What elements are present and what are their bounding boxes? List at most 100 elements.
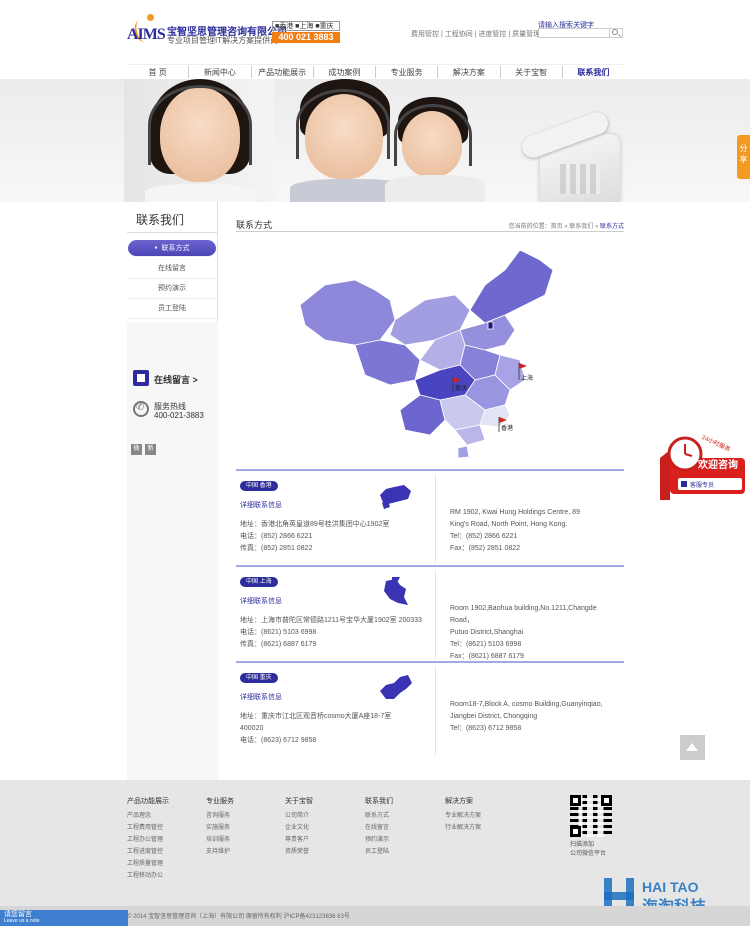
office-detail-link[interactable]: 详细联系信息 — [240, 596, 282, 606]
agent-shirt — [385, 175, 485, 202]
footer-heading[interactable]: 专业服务 — [206, 796, 234, 808]
online-message-label: 在线留言 > — [154, 375, 198, 385]
footer-link[interactable]: 联系方式 — [365, 810, 393, 822]
watermark-en: HAI TAO — [642, 879, 699, 895]
nav-item-solutions[interactable]: 解决方案 — [437, 66, 499, 78]
divider — [236, 231, 624, 232]
copyright-text: © 2014 宝智坚思管理咨询（上海）有限公司 保留所有权利 沪ICP备4231… — [127, 914, 350, 920]
office-card-chongqing: 中国 重庆 详细联系信息 地址：重庆市江北区观音桥cosmo大厦A座18-7室 … — [236, 661, 624, 757]
footer-heading[interactable]: 解决方案 — [445, 796, 481, 808]
office-tag: 中国 重庆 — [240, 673, 278, 683]
scroll-top-button[interactable] — [680, 735, 705, 760]
main-nav: 首 页 新闻中心 产品功能展示 成功案例 专业服务 解决方案 关于宝智 联系我们 — [127, 64, 624, 78]
headset-icon — [394, 104, 472, 166]
footer-link[interactable]: 工程质量管理 — [127, 858, 169, 870]
footer-heading[interactable]: 产品功能展示 — [127, 796, 169, 808]
footer-link[interactable]: 工程办公管理 — [127, 834, 169, 846]
qr-corner — [570, 826, 581, 837]
map-region — [299, 279, 396, 346]
nav-item-news[interactable]: 新闻中心 — [188, 66, 250, 78]
footer-link[interactable]: 工程移动办公 — [127, 870, 169, 882]
shanghai-map-icon — [384, 577, 408, 605]
logo-dot-icon — [147, 14, 154, 21]
company-tagline: 专业项目管理IT解决方案提供商 — [167, 36, 279, 45]
footer-heading[interactable]: 关于宝智 — [285, 796, 313, 808]
footer-link[interactable]: 员工登陆 — [365, 846, 393, 858]
office-line: 地址：重庆市江北区观音桥cosmo大厦A座18-7室 — [240, 713, 392, 720]
footer-link[interactable]: 预约演示 — [365, 834, 393, 846]
footer-link[interactable]: 在线留言 — [365, 822, 393, 834]
map-label-hongkong: 香港 — [501, 424, 513, 432]
agent-shirt — [145, 184, 255, 202]
office-card-shanghai: 中国 上海 详细联系信息 地址：上海市普陀区常德路1211号宝华大厦1902室 … — [236, 565, 624, 661]
hotline-box: 服务热线 400-021-3883 — [131, 398, 214, 422]
office-line: 400020 — [240, 725, 264, 732]
nav-item-services[interactable]: 专业服务 — [375, 66, 437, 78]
share-tab[interactable]: 分享 — [737, 135, 750, 179]
breadcrumb-path[interactable]: 您当前的位置：首页 » 联系我们 » — [509, 224, 600, 230]
sidebar-menu: 联系方式 在线留言 预约演示 员工登陆 — [127, 240, 217, 319]
leave-message-label: 请您留言 — [4, 911, 32, 918]
qr-corner — [601, 795, 612, 806]
office-line: Fax：(852) 2851 0822 — [450, 545, 521, 552]
consult-title: 欢迎咨询 — [697, 458, 738, 471]
office-address-cn: 地址：香港北角英皇道89号桂洪集团中心1902室 电话：(852) 2866 6… — [240, 519, 425, 555]
footer-link[interactable]: 行业解决方案 — [445, 822, 481, 834]
footer-link[interactable]: 企业文化 — [285, 822, 313, 834]
map-region — [399, 394, 446, 436]
office-address-cn: 地址：重庆市江北区观音桥cosmo大厦A座18-7室 400020 电话：(86… — [240, 711, 425, 747]
footer-link[interactable]: 培训服务 — [206, 834, 234, 846]
sidebar-item-demo[interactable]: 预约演示 — [128, 279, 216, 299]
footer-link[interactable]: 产品理念 — [127, 810, 169, 822]
footer-col-products: 产品功能展示 产品理念 工程费用管控 工程办公管理 工程进度管控 工程质量管理 … — [127, 796, 169, 882]
nav-item-products[interactable]: 产品功能展示 — [250, 66, 313, 78]
footer-link[interactable]: 咨询服务 — [206, 810, 234, 822]
nav-item-contact[interactable]: 联系我们 — [561, 66, 624, 78]
footer-link[interactable]: 尊贵客户 — [285, 834, 313, 846]
nav-item-about[interactable]: 关于宝智 — [499, 66, 562, 78]
divider — [127, 232, 218, 233]
hongkong-map-icon — [380, 485, 411, 509]
logo[interactable]: AIMS — [127, 14, 167, 48]
nav-item-cases[interactable]: 成功案例 — [312, 66, 375, 78]
footer-col-about: 关于宝智 公司简介 企业文化 尊贵客户 资质荣誉 — [285, 796, 313, 858]
office-detail-link[interactable]: 详细联系信息 — [240, 692, 282, 702]
office-line: 电话：(8621) 5103 6998 — [240, 629, 317, 636]
footer-link[interactable]: 支持维护 — [206, 846, 234, 858]
office-line: 传真：(852) 2851 0822 — [240, 545, 313, 552]
office-line: Jiangbei District, Chongqing — [450, 713, 538, 720]
city-list: ■香港 ■上海 ■重庆 — [272, 21, 340, 31]
consult-widget[interactable]: 24小时服务 欢迎咨询 客服专员 — [660, 420, 745, 502]
map-label-shanghai: 上海 — [521, 374, 533, 382]
office-detail-link[interactable]: 详细联系信息 — [240, 500, 282, 510]
leave-message-bar[interactable]: 请您留言 Leave us a note — [0, 910, 128, 926]
header-hotline: 400 021 3883 — [272, 32, 340, 43]
sidebar-item-login[interactable]: 员工登陆 — [128, 299, 216, 319]
search-icon[interactable] — [612, 29, 618, 35]
footer-heading[interactable]: 联系我们 — [365, 796, 393, 808]
footer-link[interactable]: 工程进度管控 — [127, 846, 169, 858]
weibo-icon[interactable]: 新 — [145, 444, 156, 455]
top-links[interactable]: 费用管控 | 工程协同 | 进度管控 | 质量管理 — [411, 29, 540, 39]
chongqing-map-icon — [380, 675, 412, 699]
footer-link[interactable]: 资质荣誉 — [285, 846, 313, 858]
sidebar-item-message[interactable]: 在线留言 — [128, 259, 216, 279]
footer-link[interactable]: 公司简介 — [285, 810, 313, 822]
headset-icon — [148, 85, 252, 165]
headset-icon — [296, 89, 390, 159]
office-address-en: Room 1902,Baohua building,No.1211,Changd… — [450, 603, 620, 663]
divider — [435, 571, 436, 659]
wechat-icon[interactable]: 微 — [131, 444, 142, 455]
sidebar-item-contact[interactable]: 联系方式 — [128, 240, 216, 257]
site-header: AIMS 宝智坚思管理咨询有限公司 专业项目管理IT解决方案提供商 ■香港 ■上… — [0, 0, 750, 64]
footer-col-services: 专业服务 咨询服务 实施服务 培训服务 支持维护 — [206, 796, 234, 858]
sidebar-bg — [127, 322, 218, 780]
footer-link[interactable]: 工程费用管控 — [127, 822, 169, 834]
consult-badge: 24小时服务 — [701, 433, 732, 453]
footer-link[interactable]: 实施服务 — [206, 822, 234, 834]
qr-caption-line: 公司微信平台 — [570, 851, 607, 857]
office-line: RM 1902, Kwai Hung Holdings Centre, 89 — [450, 509, 580, 516]
footer-link[interactable]: 专业解决方案 — [445, 810, 481, 822]
nav-item-home[interactable]: 首 页 — [127, 66, 188, 78]
online-message-link[interactable]: 在线留言 > — [131, 368, 214, 388]
